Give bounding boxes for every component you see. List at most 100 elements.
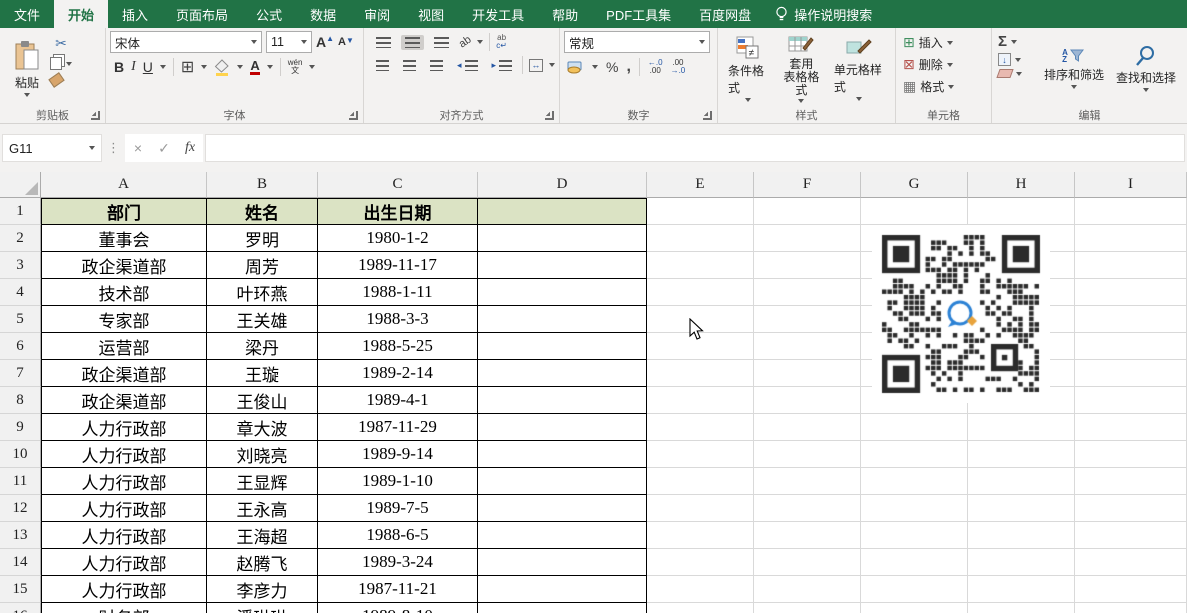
- cell-C3[interactable]: 1989-11-17: [318, 252, 478, 279]
- cell-F2[interactable]: [754, 225, 861, 252]
- cell-A10[interactable]: 人力行政部: [41, 441, 207, 468]
- cancel-button[interactable]: ×: [125, 134, 151, 162]
- cell-E13[interactable]: [647, 522, 754, 549]
- cell-A5[interactable]: 专家部: [41, 306, 207, 333]
- fill-color-icon[interactable]: [214, 59, 230, 76]
- align-center-button[interactable]: [399, 58, 420, 73]
- increase-indent-button[interactable]: ▸: [488, 58, 517, 73]
- row-header-7[interactable]: 7: [0, 360, 41, 387]
- column-header-F[interactable]: F: [754, 172, 861, 198]
- cell-C13[interactable]: 1988-6-5: [318, 522, 478, 549]
- cell-E1[interactable]: [647, 198, 754, 225]
- conditional-dropdown-icon[interactable]: [745, 98, 751, 102]
- format-as-table-button[interactable]: 套用 表格格式: [775, 31, 828, 106]
- tab-插入[interactable]: 插入: [108, 0, 162, 28]
- cell-A16[interactable]: 财务部: [41, 603, 207, 613]
- cell-I3[interactable]: [1075, 252, 1187, 279]
- cell-G9[interactable]: [861, 414, 968, 441]
- cell-D12[interactable]: [478, 495, 647, 522]
- column-header-C[interactable]: C: [318, 172, 478, 198]
- tab-开始[interactable]: 开始: [54, 0, 108, 28]
- cell-F6[interactable]: [754, 333, 861, 360]
- row-header-11[interactable]: 11: [0, 468, 41, 495]
- cell-F3[interactable]: [754, 252, 861, 279]
- cell-B5[interactable]: 王关雄: [207, 306, 318, 333]
- row-header-14[interactable]: 14: [0, 549, 41, 576]
- cell-B10[interactable]: 刘晓亮: [207, 441, 318, 468]
- format-cells-button[interactable]: ▦ 格式: [900, 77, 987, 96]
- orientation-icon[interactable]: ab: [457, 34, 474, 51]
- cell-I15[interactable]: [1075, 576, 1187, 603]
- row-header-6[interactable]: 6: [0, 333, 41, 360]
- cell-A9[interactable]: 人力行政部: [41, 414, 207, 441]
- cell-E16[interactable]: [647, 603, 754, 613]
- cell-A3[interactable]: 政企渠道部: [41, 252, 207, 279]
- accounting-format-icon[interactable]: [566, 60, 584, 74]
- cell-I5[interactable]: [1075, 306, 1187, 333]
- tell-me-search[interactable]: 操作说明搜索: [765, 0, 882, 28]
- cell-H12[interactable]: [968, 495, 1075, 522]
- cell-F16[interactable]: [754, 603, 861, 613]
- cell-C4[interactable]: 1988-1-11: [318, 279, 478, 306]
- copy-button[interactable]: [50, 57, 72, 70]
- tab-页面布局[interactable]: 页面布局: [162, 0, 242, 28]
- bold-button[interactable]: B: [114, 59, 124, 75]
- formula-input[interactable]: [205, 134, 1185, 162]
- cell-C5[interactable]: 1988-3-3: [318, 306, 478, 333]
- cell-H13[interactable]: [968, 522, 1075, 549]
- paste-dropdown-icon[interactable]: [24, 93, 30, 97]
- underline-dropdown-icon[interactable]: [160, 65, 166, 69]
- decrease-indent-button[interactable]: ◂: [453, 58, 482, 73]
- cell-E9[interactable]: [647, 414, 754, 441]
- clipboard-dialog-launcher-icon[interactable]: [91, 111, 100, 120]
- cell-B15[interactable]: 李彦力: [207, 576, 318, 603]
- decrease-decimal-icon[interactable]: .00→.0: [671, 59, 686, 75]
- cell-A4[interactable]: 技术部: [41, 279, 207, 306]
- cell-I14[interactable]: [1075, 549, 1187, 576]
- paste-button[interactable]: 粘贴: [4, 31, 50, 106]
- phonetic-guide-icon[interactable]: wén文: [288, 59, 303, 75]
- row-header-16[interactable]: 16: [0, 603, 41, 613]
- cell-G12[interactable]: [861, 495, 968, 522]
- cell-F9[interactable]: [754, 414, 861, 441]
- row-header-9[interactable]: 9: [0, 414, 41, 441]
- cell-I12[interactable]: [1075, 495, 1187, 522]
- cell-E12[interactable]: [647, 495, 754, 522]
- cell-F1[interactable]: [754, 198, 861, 225]
- copy-dropdown-icon[interactable]: [66, 62, 72, 66]
- cell-F13[interactable]: [754, 522, 861, 549]
- cell-H10[interactable]: [968, 441, 1075, 468]
- cell-I13[interactable]: [1075, 522, 1187, 549]
- cell-I4[interactable]: [1075, 279, 1187, 306]
- row-header-13[interactable]: 13: [0, 522, 41, 549]
- cell-D7[interactable]: [478, 360, 647, 387]
- cell-B1[interactable]: 姓名: [207, 198, 318, 225]
- insert-function-button[interactable]: fx: [177, 134, 203, 162]
- cell-C2[interactable]: 1980-1-2: [318, 225, 478, 252]
- autosum-button[interactable]: Σ: [996, 33, 1038, 50]
- fill-color-dropdown-icon[interactable]: [237, 65, 243, 69]
- cut-icon[interactable]: ✂: [50, 35, 72, 52]
- cell-I16[interactable]: [1075, 603, 1187, 613]
- cell-E10[interactable]: [647, 441, 754, 468]
- cell-I10[interactable]: [1075, 441, 1187, 468]
- tab-数据[interactable]: 数据: [296, 0, 350, 28]
- find-select-button[interactable]: 查找和选择: [1110, 31, 1182, 106]
- cell-F8[interactable]: [754, 387, 861, 414]
- cell-C16[interactable]: 1989-8-10: [318, 603, 478, 613]
- cell-A1[interactable]: 部门: [41, 198, 207, 225]
- font-name-combo[interactable]: 宋体: [110, 31, 262, 53]
- number-format-combo[interactable]: 常规: [564, 31, 710, 53]
- cell-A2[interactable]: 董事会: [41, 225, 207, 252]
- row-header-10[interactable]: 10: [0, 441, 41, 468]
- tab-公式[interactable]: 公式: [242, 0, 296, 28]
- cell-E7[interactable]: [647, 360, 754, 387]
- number-dialog-launcher-icon[interactable]: [703, 111, 712, 120]
- cell-C12[interactable]: 1989-7-5: [318, 495, 478, 522]
- align-bottom-button[interactable]: [430, 35, 453, 50]
- cell-C10[interactable]: 1989-9-14: [318, 441, 478, 468]
- cell-D5[interactable]: [478, 306, 647, 333]
- borders-dropdown-icon[interactable]: [201, 65, 207, 69]
- cell-F7[interactable]: [754, 360, 861, 387]
- tab-视图[interactable]: 视图: [404, 0, 458, 28]
